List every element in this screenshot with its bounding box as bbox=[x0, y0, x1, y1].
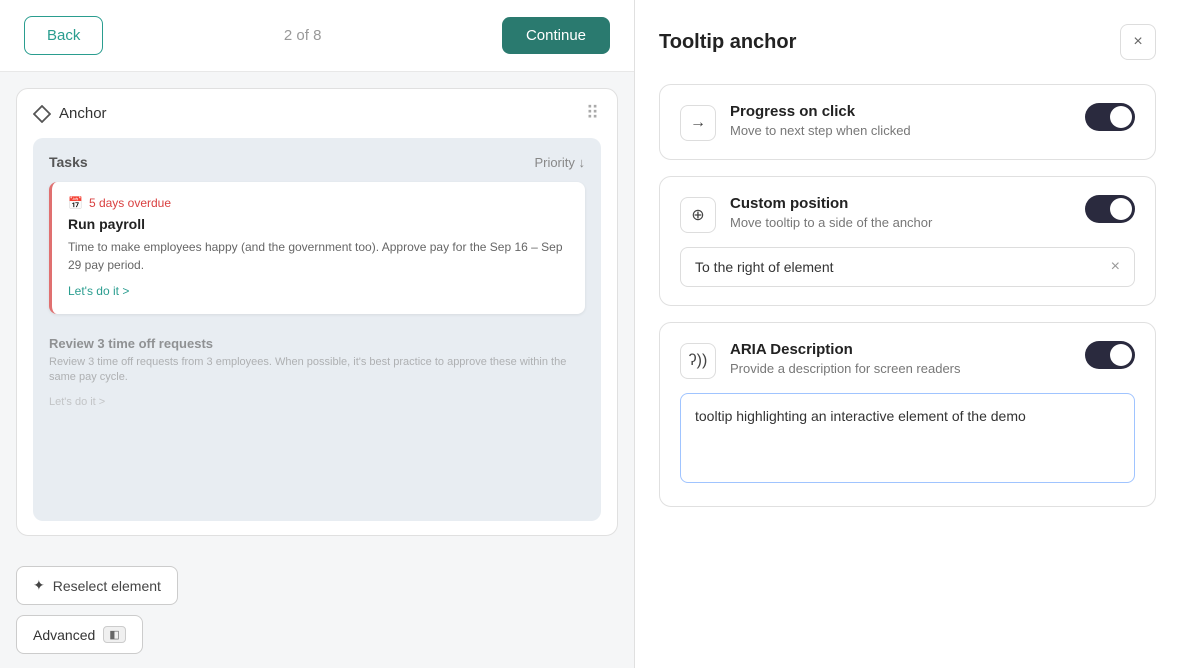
task-list-title: Tasks bbox=[49, 154, 88, 170]
reselect-icon: ✦ bbox=[33, 577, 45, 594]
anchor-dots-icon: ⠿ bbox=[586, 103, 601, 124]
anchor-header: Anchor ⠿ bbox=[33, 103, 601, 124]
setting-info-progress_on_click: Progress on click Move to next step when… bbox=[730, 103, 1071, 138]
task-link[interactable]: Let's do it > bbox=[68, 284, 129, 298]
setting-row: ʔ)) ARIA Description Provide a descripti… bbox=[680, 341, 1135, 379]
reselect-button[interactable]: ✦ Reselect element bbox=[16, 566, 178, 605]
setting-desc-progress_on_click: Move to next step when clicked bbox=[730, 123, 1071, 138]
setting-info-custom_position: Custom position Move tooltip to a side o… bbox=[730, 195, 1071, 230]
calendar-icon: 📅 bbox=[68, 196, 83, 210]
setting-title-progress_on_click: Progress on click bbox=[730, 103, 1071, 120]
task-name: Run payroll bbox=[68, 216, 569, 232]
setting-card-progress_on_click: → Progress on click Move to next step wh… bbox=[659, 84, 1156, 160]
priority-label: Priority ↓ bbox=[534, 155, 585, 170]
anchor-title: Anchor bbox=[33, 105, 107, 123]
toggle-custom_position[interactable] bbox=[1085, 195, 1135, 223]
anchor-icon bbox=[33, 105, 51, 123]
setting-title-custom_position: Custom position bbox=[730, 195, 1071, 212]
advanced-button[interactable]: Advanced ◧ bbox=[16, 615, 143, 654]
inactive-task-link: Let's do it > bbox=[49, 396, 105, 408]
step-indicator: 2 of 8 bbox=[284, 27, 322, 44]
toggle-aria_description[interactable] bbox=[1085, 341, 1135, 369]
move-icon-symbol: ⊕ bbox=[691, 205, 704, 225]
left-panel: Back 2 of 8 Continue Anchor ⠿ Tasks Prio… bbox=[0, 0, 635, 668]
inactive-task-desc: Review 3 time off requests from 3 employ… bbox=[49, 355, 585, 386]
inactive-task-title: Review 3 time off requests bbox=[49, 336, 585, 351]
task-description: Time to make employees happy (and the go… bbox=[68, 238, 569, 274]
active-task-card: 📅 5 days overdue Run payroll Time to mak… bbox=[49, 182, 585, 314]
setting-desc-aria_description: Provide a description for screen readers bbox=[730, 361, 1071, 376]
top-nav: Back 2 of 8 Continue bbox=[0, 0, 634, 72]
panel-title: Tooltip anchor bbox=[659, 31, 796, 54]
accessibility-icon: ʔ)) bbox=[680, 343, 716, 379]
move-icon: ⊕ bbox=[680, 197, 716, 233]
task-overdue-badge: 📅 5 days overdue bbox=[68, 196, 569, 210]
aria-textarea[interactable]: tooltip highlighting an interactive elem… bbox=[680, 393, 1135, 483]
accessibility-icon-symbol: ʔ)) bbox=[689, 352, 708, 370]
setting-row: → Progress on click Move to next step wh… bbox=[680, 103, 1135, 141]
task-list-header: Tasks Priority ↓ bbox=[49, 154, 585, 170]
right-panel-header: Tooltip anchor × bbox=[659, 24, 1156, 60]
arrow-right-icon: → bbox=[680, 105, 716, 141]
setting-title-aria_description: ARIA Description bbox=[730, 341, 1071, 358]
position-value: To the right of element bbox=[695, 259, 834, 275]
setting-desc-custom_position: Move tooltip to a side of the anchor bbox=[730, 215, 1071, 230]
setting-row: ⊕ Custom position Move tooltip to a side… bbox=[680, 195, 1135, 233]
setting-card-custom_position: ⊕ Custom position Move tooltip to a side… bbox=[659, 176, 1156, 306]
anchor-section: Anchor ⠿ Tasks Priority ↓ 📅 5 days overd… bbox=[16, 88, 618, 536]
continue-button[interactable]: Continue bbox=[502, 17, 610, 54]
right-panel: Tooltip anchor × → Progress on click Mov… bbox=[635, 0, 1180, 668]
advanced-kbd: ◧ bbox=[103, 626, 125, 643]
arrow-right-icon-symbol: → bbox=[690, 114, 706, 132]
task-card-area: Tasks Priority ↓ 📅 5 days overdue Run pa… bbox=[33, 138, 601, 521]
anchor-label: Anchor bbox=[59, 105, 107, 122]
setting-info-aria_description: ARIA Description Provide a description f… bbox=[730, 341, 1071, 376]
back-button[interactable]: Back bbox=[24, 16, 103, 55]
settings-container: → Progress on click Move to next step wh… bbox=[659, 84, 1156, 523]
setting-card-aria_description: ʔ)) ARIA Description Provide a descripti… bbox=[659, 322, 1156, 507]
bottom-buttons: ✦ Reselect element Advanced ◧ bbox=[0, 552, 634, 668]
position-dropdown[interactable]: To the right of element × bbox=[680, 247, 1135, 287]
reselect-label: Reselect element bbox=[53, 578, 161, 594]
toggle-progress_on_click[interactable] bbox=[1085, 103, 1135, 131]
advanced-label: Advanced bbox=[33, 627, 95, 643]
close-button[interactable]: × bbox=[1120, 24, 1156, 60]
position-clear-icon[interactable]: × bbox=[1111, 258, 1120, 276]
inactive-task-card: Review 3 time off requests Review 3 time… bbox=[49, 326, 585, 420]
